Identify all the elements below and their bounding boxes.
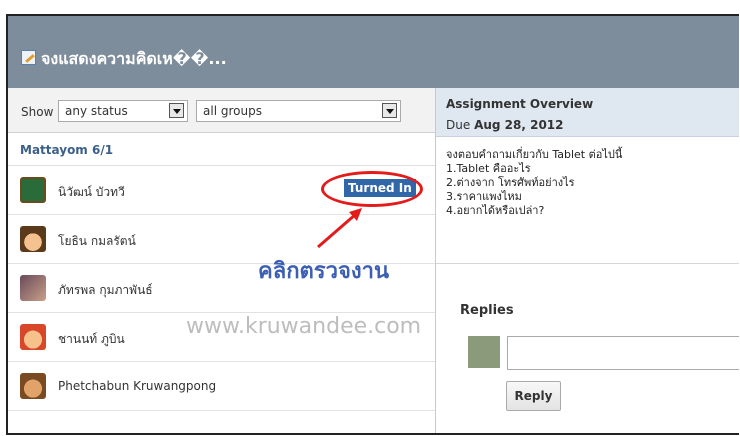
due-date-value: Aug 28, 2012 xyxy=(474,118,564,132)
student-name: Phetchabun Kruwangpong xyxy=(58,379,217,393)
app-window: จงแสดงความคิดเห��... Show any status all… xyxy=(6,14,739,435)
assignment-description: จงตอบคำถามเกี่ยวกับ Tablet ต่อไปนี้ 1.Ta… xyxy=(446,148,622,218)
group-header: Mattayom 6/1 xyxy=(8,133,435,166)
due-prefix: Due xyxy=(446,118,471,132)
group-filter-value: all groups xyxy=(203,104,262,118)
avatar xyxy=(20,324,46,350)
avatar xyxy=(20,275,46,301)
group-name: Mattayom 6/1 xyxy=(20,143,114,157)
show-label: Show xyxy=(21,105,54,119)
description-line: 4.อยากได้หรือเปล่า? xyxy=(446,204,545,217)
due-date: Due Aug 28, 2012 xyxy=(446,118,564,132)
replies-heading: Replies xyxy=(460,303,514,318)
watermark-text: www.kruwandee.com xyxy=(186,314,422,339)
status-filter-select[interactable]: any status xyxy=(58,100,188,122)
description-line: 1.Tablet คืออะไร xyxy=(446,162,531,175)
description-line: 3.ราคาแพงไหม xyxy=(446,190,522,203)
student-name: นิวัฒน์ บัวทวี xyxy=(58,185,125,199)
description-line: จงตอบคำถามเกี่ยวกับ Tablet ต่อไปนี้ xyxy=(446,148,623,161)
filter-bar: Show any status all groups xyxy=(8,88,435,133)
group-filter-select[interactable]: all groups xyxy=(196,100,401,122)
avatar xyxy=(20,373,46,399)
student-name: ชานนท์ ภูบิน xyxy=(58,332,125,346)
avatar xyxy=(20,177,46,203)
student-name: ภัทรพล กุมภาพันธ์ xyxy=(58,283,153,297)
divider xyxy=(436,263,739,264)
assignment-header: จงแสดงความคิดเห��... xyxy=(8,16,739,88)
student-name: โยธิน กมลรัตน์ xyxy=(58,234,136,248)
avatar xyxy=(20,226,46,252)
assignment-detail-panel: Assignment Overview Due Aug 28, 2012 จงต… xyxy=(436,88,739,433)
edit-note-icon xyxy=(21,50,36,65)
highlight-ellipse xyxy=(321,171,423,207)
overview-header: Assignment Overview Due Aug 28, 2012 xyxy=(436,88,739,137)
overview-heading: Assignment Overview xyxy=(446,97,594,111)
assignment-title: จงแสดงความคิดเห��... xyxy=(41,49,227,68)
description-line: 2.ต่างจาก โทรศัพท์อย่างไร xyxy=(446,176,575,189)
reply-input[interactable] xyxy=(507,336,739,370)
student-row[interactable]: นิวัฒน์ บัวทวี Turned In xyxy=(8,166,435,215)
chevron-down-icon[interactable] xyxy=(169,103,184,118)
reply-button[interactable]: Reply xyxy=(506,381,561,411)
status-filter-value: any status xyxy=(65,104,128,118)
callout-text: คลิกตรวจงาน xyxy=(258,259,390,284)
chevron-down-icon[interactable] xyxy=(382,103,397,118)
avatar xyxy=(468,336,500,368)
student-row[interactable]: Phetchabun Kruwangpong xyxy=(8,362,435,411)
